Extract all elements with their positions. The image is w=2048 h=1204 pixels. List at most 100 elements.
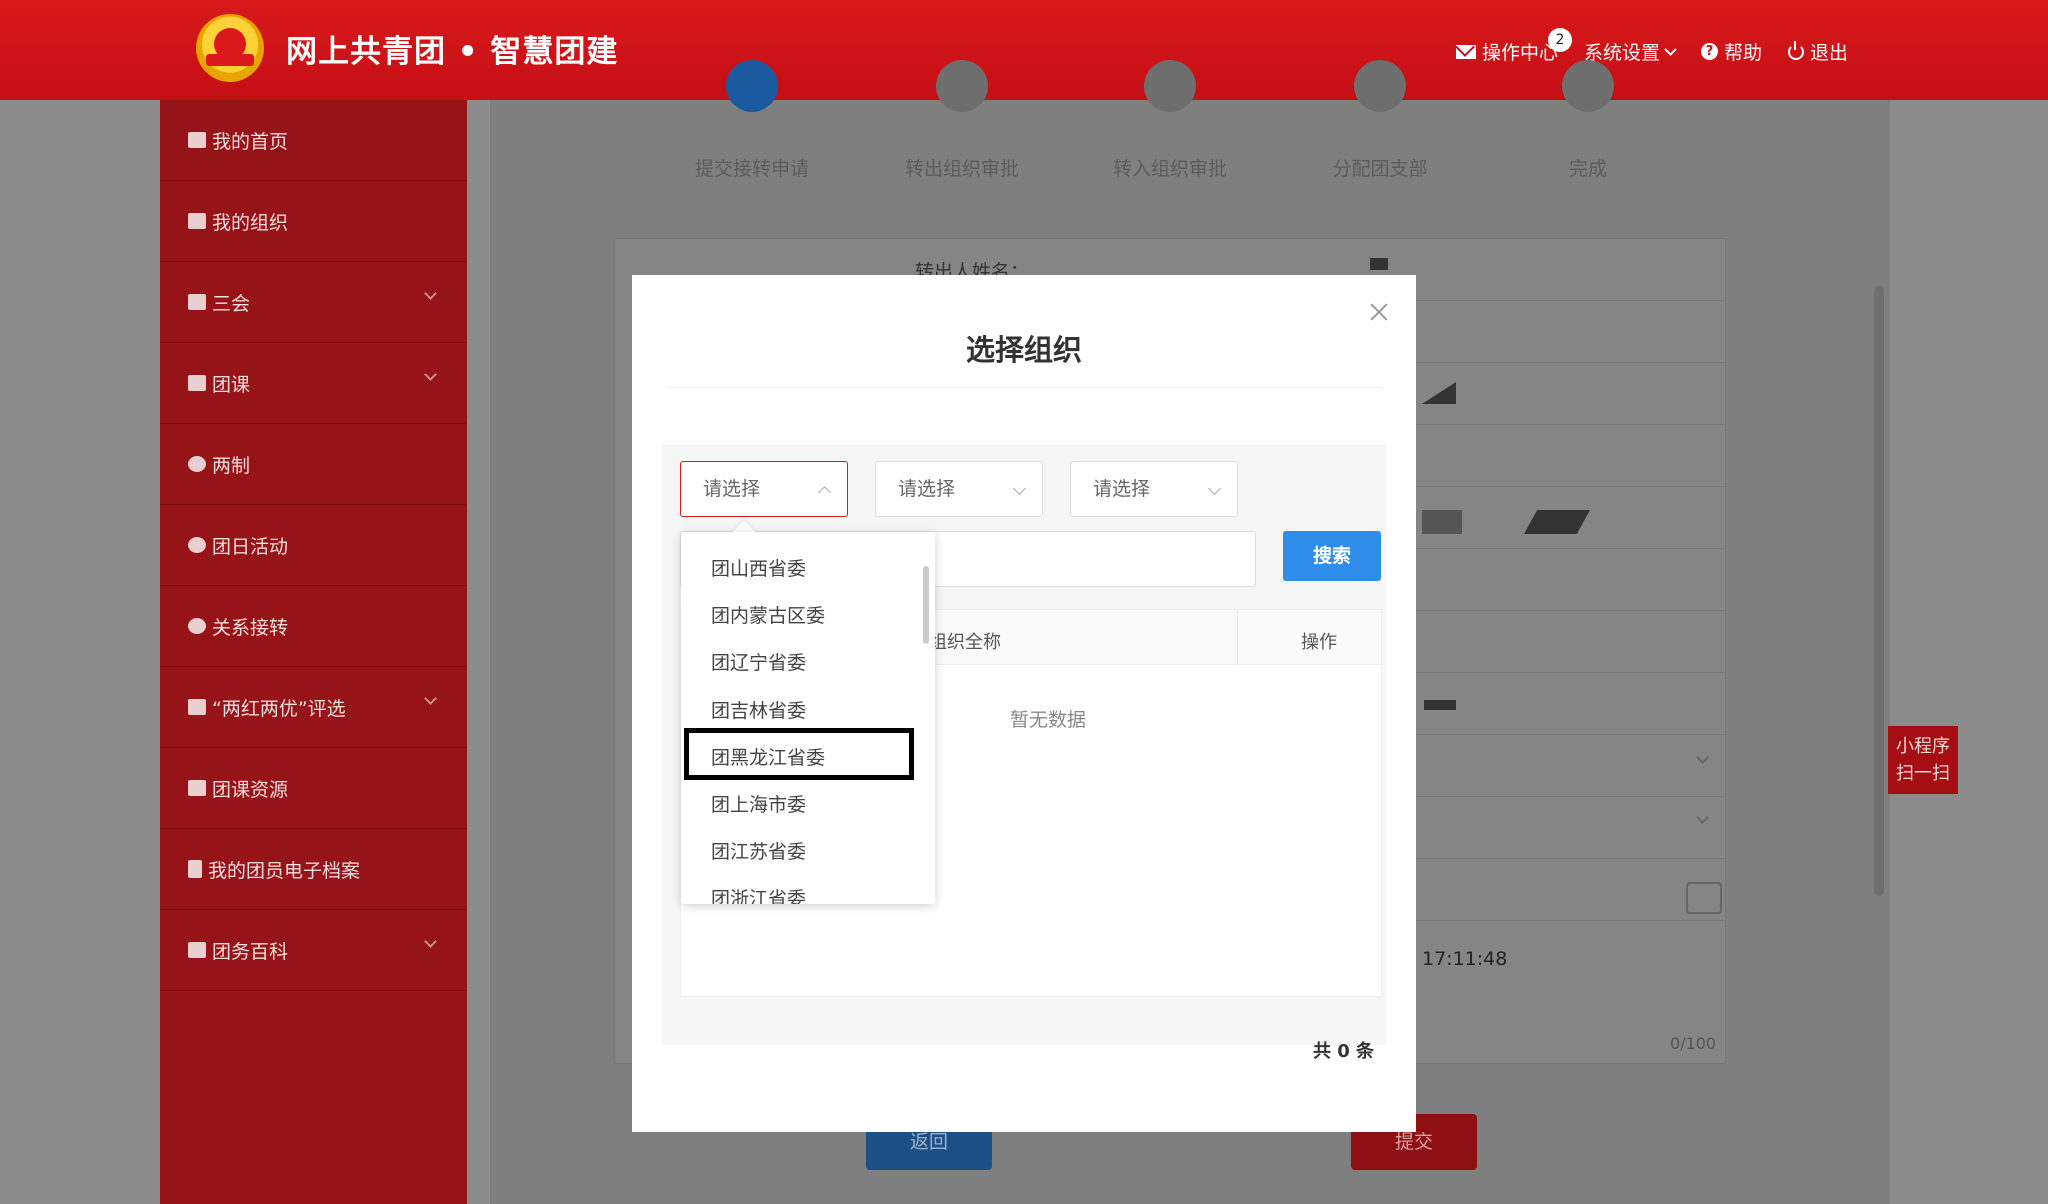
refresh-icon	[188, 618, 206, 634]
sidebar-item-three-meetings[interactable]: 三会	[160, 262, 467, 343]
sidebar-item-label: 团课	[212, 373, 251, 396]
dropdown-option[interactable]: 团浙江省委	[681, 876, 935, 904]
edit-icon	[188, 699, 206, 715]
sidebar-item-label: 我的团员电子档案	[208, 859, 361, 882]
dropdown-option[interactable]: 团辽宁省委	[681, 640, 935, 687]
close-icon[interactable]	[1370, 303, 1388, 321]
char-count: 0/100	[1670, 1034, 1717, 1053]
sidebar-item-league-class[interactable]: 团课	[160, 343, 467, 424]
progress-steps: 提交接转申请 转出组织审批 转入组织审批 分配团支部 完成	[490, 60, 1890, 190]
search-button[interactable]: 搜索	[1283, 531, 1381, 581]
chevron-down-icon	[1208, 482, 1221, 495]
chevron-down-icon	[424, 368, 437, 381]
dropdown-option[interactable]: 团山西省委	[681, 546, 935, 593]
mini-program-line2: 扫一扫	[1896, 763, 1950, 784]
redaction-mark	[1422, 510, 1462, 534]
mail-icon	[1455, 44, 1476, 59]
chevron-down-icon	[424, 287, 437, 300]
dropdown-option[interactable]: 团内蒙古区委	[681, 593, 935, 640]
redaction-mark	[1370, 258, 1388, 270]
target-icon	[188, 456, 206, 472]
sidebar-item-label: “两红两优”评选	[212, 697, 346, 720]
dropdown-scrollbar[interactable]	[923, 566, 929, 644]
select-value: 请选择	[1093, 478, 1151, 500]
step-circle	[1562, 60, 1614, 112]
sidebar-item-label: 团课资源	[212, 778, 289, 801]
redaction-mark	[1424, 700, 1456, 710]
sidebar-item-label: 两制	[212, 454, 251, 477]
mini-program-line1: 小程序	[1896, 736, 1950, 757]
step-label: 转入组织审批	[1112, 158, 1227, 180]
sidebar-item-label: 我的首页	[212, 130, 289, 153]
power-icon	[1787, 40, 1804, 60]
chevron-down-icon	[1664, 42, 1677, 56]
edit-icon[interactable]	[1686, 882, 1722, 914]
step-circle	[1354, 60, 1406, 112]
total-count: 共 0 条	[1312, 1041, 1374, 1062]
column-divider	[1237, 610, 1238, 666]
folder-icon	[188, 375, 206, 391]
highlighted-option-box	[684, 728, 914, 780]
column-header-name: 组织全称	[929, 632, 1001, 653]
step-label: 转出组织审批	[904, 158, 1019, 180]
top-nav: 操作中心 2 系统设置 ? 帮助 退出	[1455, 28, 1848, 65]
help-icon: ?	[1700, 43, 1718, 60]
sidebar-item-home[interactable]: 我的首页	[160, 100, 467, 181]
help-label: 帮助	[1723, 42, 1762, 64]
district-select[interactable]: 请选择	[1070, 461, 1238, 517]
site-title: 网上共青团 • 智慧团建	[286, 34, 619, 70]
province-select[interactable]: 请选择	[680, 461, 848, 517]
dropdown-option[interactable]: 团江苏省委	[681, 829, 935, 876]
sidebar-item-label: 我的组织	[212, 211, 289, 234]
sidebar-item-my-org[interactable]: 我的组织	[160, 181, 467, 262]
column-header-operation: 操作	[1301, 632, 1337, 653]
sidebar-item-encyclopedia[interactable]: 团务百科	[160, 910, 467, 991]
sidebar-item-relation-transfer[interactable]: 关系接转	[160, 586, 467, 667]
home-icon	[188, 132, 206, 148]
step-label: 提交接转申请	[694, 158, 809, 180]
step-label: 完成	[1568, 158, 1607, 180]
dropdown-option[interactable]: 团上海市委	[681, 782, 935, 829]
sidebar-item-class-resources[interactable]: 团课资源	[160, 748, 467, 829]
sidebar-item-label: 三会	[212, 292, 251, 315]
sidebar-item-label: 团务百科	[212, 940, 289, 963]
notification-badge: 2	[1547, 28, 1572, 52]
divider	[668, 387, 1382, 388]
sidebar: 我的首页 我的组织 三会 团课 两制 团日活动 关系接转 “两红两优”评选 团课…	[160, 100, 467, 1204]
step-label: 分配团支部	[1332, 158, 1428, 180]
page-scrollbar[interactable]	[1874, 286, 1884, 896]
sidebar-item-member-archive[interactable]: 我的团员电子档案	[160, 829, 467, 910]
users-icon	[188, 942, 206, 958]
help-link[interactable]: ? 帮助	[1700, 38, 1762, 65]
sidebar-item-two-systems[interactable]: 两制	[160, 424, 467, 505]
recycle-icon	[188, 537, 206, 553]
chevron-down-icon	[424, 935, 437, 948]
province-dropdown: 团山西省委 团内蒙古区委 团辽宁省委 团吉林省委 团黑龙江省委 团上海市委 团江…	[681, 532, 935, 904]
sidebar-item-league-day[interactable]: 团日活动	[160, 505, 467, 586]
apply-time-value: 17:11:48	[1422, 948, 1508, 970]
folder-icon	[188, 780, 206, 796]
top-header: 网上共青团 • 智慧团建 操作中心 2 系统设置 ? 帮助 退出	[0, 0, 2048, 100]
edit-icon	[188, 294, 206, 310]
modal-title: 选择组织	[965, 333, 1082, 367]
logout-link[interactable]: 退出	[1787, 38, 1848, 65]
step-circle	[1144, 60, 1196, 112]
select-value: 请选择	[898, 478, 956, 500]
city-select[interactable]: 请选择	[875, 461, 1043, 517]
youth-league-logo-icon	[196, 14, 264, 82]
operation-center-label: 操作中心	[1481, 42, 1558, 64]
operation-center-link[interactable]: 操作中心 2	[1455, 28, 1572, 65]
file-icon	[188, 860, 202, 878]
step-circle	[936, 60, 988, 112]
users-icon	[188, 213, 206, 229]
sidebar-item-label: 团日活动	[212, 535, 289, 558]
mini-program-tag[interactable]: 小程序 扫一扫	[1888, 726, 1958, 794]
step-circle	[726, 60, 778, 112]
select-value: 请选择	[703, 478, 761, 500]
chevron-down-icon	[424, 692, 437, 705]
chevron-down-icon	[1013, 482, 1026, 495]
sidebar-item-selection[interactable]: “两红两优”评选	[160, 667, 467, 748]
logout-label: 退出	[1809, 42, 1848, 64]
sidebar-item-label: 关系接转	[212, 616, 289, 639]
chevron-up-icon	[818, 486, 831, 499]
